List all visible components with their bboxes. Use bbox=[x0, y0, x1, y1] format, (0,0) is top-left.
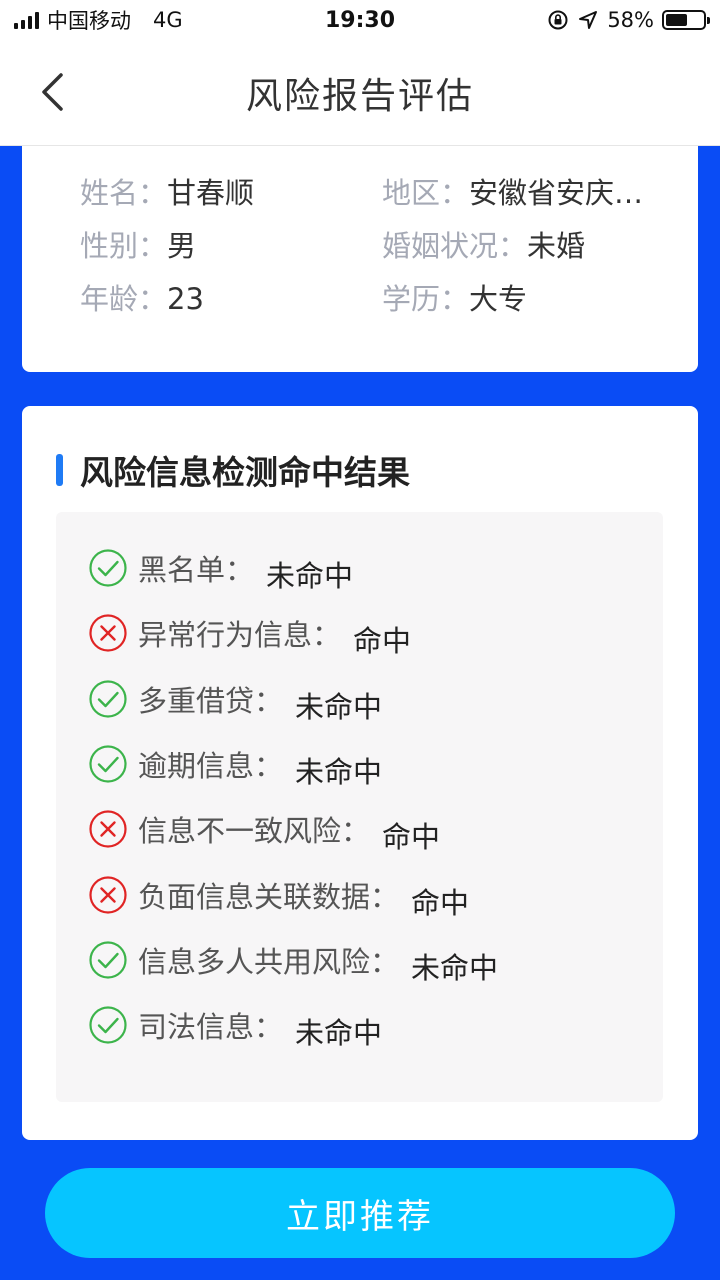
profile-age: 年龄：23 bbox=[80, 276, 204, 318]
check-circle-icon bbox=[89, 549, 127, 587]
profile-card: 姓名：甘春顺 地区：安徽省安庆… 性别：男 婚姻状况：未婚 年龄：23 学历：大… bbox=[22, 146, 698, 372]
status-bar: 中国移动 4G 19:30 58% bbox=[0, 0, 720, 40]
result-item: 多重借贷： 未命中 bbox=[88, 679, 382, 724]
result-value: 未命中 bbox=[295, 689, 383, 724]
status-left: 中国移动 4G bbox=[14, 5, 183, 35]
battery-icon bbox=[662, 10, 710, 30]
result-label: 逾期信息： bbox=[138, 748, 284, 783]
result-label: 黑名单： bbox=[138, 553, 255, 587]
education-value: 大专 bbox=[469, 282, 528, 316]
profile-education: 学历：大专 bbox=[382, 276, 527, 318]
result-item: 逾期信息： 未命中 bbox=[88, 744, 382, 789]
name-value: 甘春顺 bbox=[167, 176, 255, 210]
result-value: 未命中 bbox=[411, 950, 499, 985]
status-right: 58% bbox=[547, 8, 710, 32]
result-label: 信息多人共用风险： bbox=[138, 944, 400, 979]
result-item: 信息多人共用风险： 未命中 bbox=[88, 940, 498, 985]
result-item: 负面信息关联数据： 命中 bbox=[88, 875, 469, 920]
age-value: 23 bbox=[167, 282, 204, 316]
marital-label: 婚姻状况： bbox=[382, 229, 528, 263]
page-title: 风险报告评估 bbox=[245, 75, 474, 117]
nav-bar: 风险报告评估 bbox=[0, 40, 720, 146]
gender-label: 性别： bbox=[80, 229, 168, 263]
back-button[interactable] bbox=[30, 70, 74, 114]
marital-value: 未婚 bbox=[527, 229, 586, 263]
name-label: 姓名： bbox=[80, 176, 168, 210]
chevron-left-icon bbox=[42, 73, 63, 111]
gender-value: 男 bbox=[167, 229, 197, 263]
result-label: 负面信息关联数据： bbox=[138, 879, 400, 914]
result-item: 黑名单： 未命中 bbox=[88, 548, 353, 593]
x-circle-icon bbox=[89, 875, 127, 914]
check-circle-icon bbox=[89, 679, 127, 718]
check-circle-icon bbox=[89, 745, 127, 783]
x-circle-icon bbox=[89, 810, 127, 848]
profile-region: 地区：安徽省安庆… bbox=[382, 170, 643, 212]
profile-name: 姓名：甘春顺 bbox=[80, 170, 254, 212]
result-item: 信息不一致风险： 命中 bbox=[88, 809, 440, 854]
risk-result-card: 风险信息检测命中结果 黑名单： 未命中 异常行为信息： 命中 多重借贷： 未命中 逾期信息：… bbox=[22, 406, 698, 1140]
check-circle-icon bbox=[89, 1006, 127, 1044]
profile-gender: 性别：男 bbox=[80, 223, 196, 265]
result-label: 多重借贷： bbox=[138, 683, 284, 718]
region-label: 地区： bbox=[382, 176, 470, 210]
recommend-button[interactable]: 立即推荐 bbox=[45, 1168, 675, 1258]
result-value: 命中 bbox=[411, 885, 470, 920]
result-value: 未命中 bbox=[295, 1016, 383, 1051]
result-item: 司法信息： 未命中 bbox=[88, 1005, 382, 1050]
result-label: 信息不一致风险： bbox=[138, 814, 371, 849]
profile-marital: 婚姻状况：未婚 bbox=[382, 223, 585, 265]
result-label: 异常行为信息： bbox=[138, 618, 342, 653]
network-type: 4G bbox=[153, 8, 183, 32]
rotation-lock-icon bbox=[548, 10, 568, 30]
check-circle-icon bbox=[89, 941, 127, 979]
result-value: 未命中 bbox=[266, 559, 354, 593]
result-label: 司法信息： bbox=[138, 1010, 284, 1045]
signal-icon bbox=[14, 11, 39, 29]
battery-level bbox=[666, 14, 687, 26]
battery-percent: 58% bbox=[607, 8, 654, 32]
section-title: 风险信息检测命中结果 bbox=[80, 453, 410, 492]
result-list: 黑名单： 未命中 异常行为信息： 命中 多重借贷： 未命中 逾期信息： 未命中 信息不一致风险：… bbox=[56, 512, 663, 1102]
age-label: 年龄： bbox=[80, 282, 168, 316]
result-value: 未命中 bbox=[295, 754, 383, 789]
region-value: 安徽省安庆… bbox=[469, 176, 644, 210]
result-value: 命中 bbox=[353, 624, 412, 659]
carrier-name: 中国移动 bbox=[47, 9, 131, 33]
x-circle-icon bbox=[89, 614, 127, 652]
result-item: 异常行为信息： 命中 bbox=[88, 613, 411, 658]
location-arrow-icon bbox=[579, 11, 598, 29]
result-value: 命中 bbox=[382, 820, 441, 855]
education-label: 学历： bbox=[382, 282, 470, 316]
section-accent-bar bbox=[56, 454, 63, 486]
